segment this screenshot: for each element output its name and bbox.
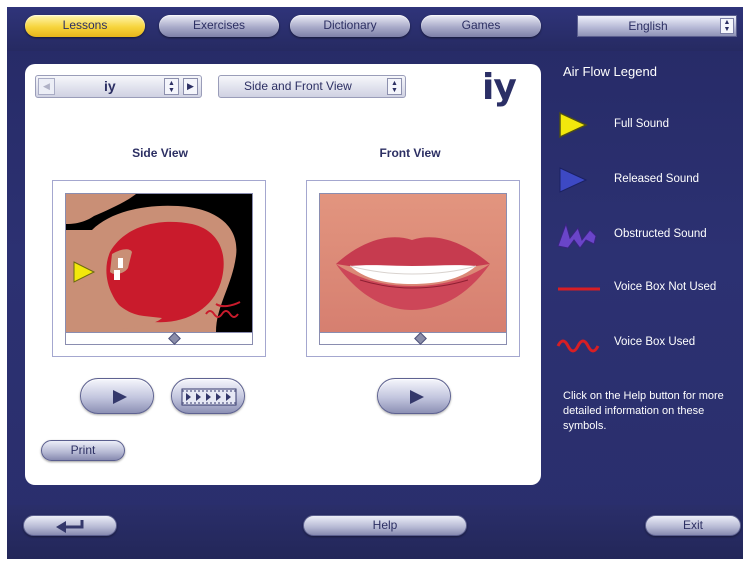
film-strip-icon xyxy=(181,388,237,406)
slider-thumb[interactable] xyxy=(414,332,427,345)
full-sound-arrow-icon xyxy=(559,111,588,139)
legend-label: Voice Box Not Used xyxy=(614,281,717,293)
phoneme-selector[interactable]: ◀ iy ▲ ▼ ▶ xyxy=(35,75,202,98)
previous-phoneme-icon[interactable]: ◀ xyxy=(38,78,55,95)
print-button[interactable]: Print xyxy=(41,440,125,461)
language-select[interactable]: English ▲ ▼ xyxy=(577,15,737,37)
legend-obstructed-sound: Obstructed Sound xyxy=(556,220,743,250)
next-phoneme-icon[interactable]: ▶ xyxy=(183,78,198,95)
view-mode-selector[interactable]: Side and Front View ▲ ▼ xyxy=(218,75,406,98)
front-view-video xyxy=(319,193,507,345)
mouth-sagittal-image xyxy=(66,194,252,332)
view-mode-value: Side and Front View xyxy=(244,79,352,93)
tab-dictionary[interactable]: Dictionary xyxy=(290,15,410,37)
play-icon xyxy=(410,390,424,404)
lips-front-image xyxy=(320,194,506,332)
updown-arrows-icon[interactable]: ▲ ▼ xyxy=(387,78,402,95)
legend-label: Full Sound xyxy=(614,118,669,130)
legend-help-text: Click on the Help button for more detail… xyxy=(563,390,724,432)
language-value: English xyxy=(628,19,668,33)
legend-full-sound: Full Sound xyxy=(556,110,743,140)
voice-box-not-used-icon xyxy=(558,287,600,291)
top-navigation-bar: Lessons Exercises Dictionary Games Engli… xyxy=(7,7,743,51)
side-view-frame xyxy=(52,180,266,357)
play-icon xyxy=(113,390,127,404)
front-view-title: Front View xyxy=(379,146,441,160)
legend-voice-box-used: Voice Box Used xyxy=(556,328,743,358)
back-button[interactable] xyxy=(23,515,117,536)
tab-exercises[interactable]: Exercises xyxy=(159,15,279,37)
legend-label: Voice Box Used xyxy=(614,336,696,348)
play-front-view-button[interactable] xyxy=(377,378,451,414)
slider-thumb[interactable] xyxy=(168,332,181,345)
legend-voice-box-not-used: Voice Box Not Used xyxy=(556,273,743,303)
tab-games[interactable]: Games xyxy=(421,15,541,37)
frame-by-frame-button[interactable] xyxy=(171,378,245,414)
back-arrow-icon xyxy=(56,520,84,533)
legend-label: Released Sound xyxy=(614,173,700,185)
updown-arrows-icon[interactable]: ▲ ▼ xyxy=(164,78,179,95)
tab-lessons[interactable]: Lessons xyxy=(25,15,145,37)
help-button[interactable]: Help xyxy=(303,515,467,536)
app-window: Lessons Exercises Dictionary Games Engli… xyxy=(7,7,743,559)
updown-arrows-icon[interactable]: ▲ ▼ xyxy=(720,18,734,34)
bottom-bar: Help Exit xyxy=(7,505,743,559)
lesson-panel: ◀ iy ▲ ▼ ▶ Side and Front View ▲ ▼ iy Side… xyxy=(25,64,541,485)
front-view-slider[interactable] xyxy=(320,332,506,345)
play-side-view-button[interactable] xyxy=(80,378,154,414)
front-view-frame xyxy=(306,180,520,357)
exit-button[interactable]: Exit xyxy=(645,515,741,536)
released-sound-arrow-icon xyxy=(559,167,588,193)
side-view-animation xyxy=(65,193,253,345)
voice-box-used-icon xyxy=(556,339,600,353)
legend-released-sound: Released Sound xyxy=(556,165,743,195)
side-view-title: Side View xyxy=(132,146,188,160)
phoneme-value: iy xyxy=(104,78,116,94)
legend-label: Obstructed Sound xyxy=(614,228,707,240)
side-view-slider[interactable] xyxy=(66,332,252,345)
legend-title: Air Flow Legend xyxy=(563,64,657,79)
obstructed-sound-icon xyxy=(557,222,597,249)
phoneme-symbol: iy xyxy=(482,67,517,108)
